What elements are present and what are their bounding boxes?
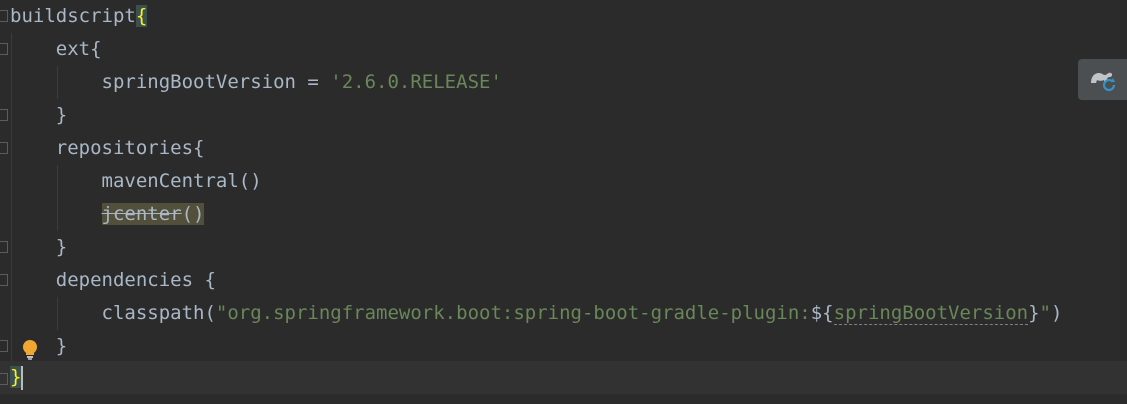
code-line-6[interactable]: mavenCentral() [10,165,262,198]
deprecated-method: jcenter [101,203,182,225]
string-literal: "org.springframework.boot:spring-boot-gr… [215,302,811,324]
fold-end-dependencies[interactable] [0,340,8,352]
gradle-reload-icon [1090,72,1115,91]
interpolation-open: ${ [810,302,834,324]
code-line-10[interactable]: classpath("org.springframework.boot:spri… [10,297,1062,330]
current-line-highlight [0,361,1127,394]
gradle-reload-button[interactable] [1078,59,1127,100]
code-text: () [181,203,205,225]
code-line-3[interactable]: springBootVersion = '2.6.0.RELEASE' [10,66,502,99]
fold-end-repositories[interactable] [0,241,8,253]
fold-end-buildscript[interactable] [0,373,8,385]
code-line-4[interactable]: } [10,99,67,132]
lightbulb-icon[interactable] [22,339,38,361]
code-text: classpath( [10,302,216,324]
fold-marker-buildscript[interactable] [0,10,8,22]
code-line-8[interactable]: } [10,231,67,264]
fold-marker-dependencies[interactable] [0,274,8,286]
code-line-5[interactable]: repositories{ [10,132,205,165]
fold-gutter [0,0,10,404]
code-line-9[interactable]: dependencies { [10,264,216,297]
matched-brace: } [10,366,22,388]
code-text: } [10,104,68,126]
text-caret [21,366,23,390]
code-line-1[interactable]: buildscript{ [10,0,148,33]
keyword-buildscript: buildscript [10,5,136,27]
code-editor[interactable]: buildscript{ ext{ springBootVersion = '2… [0,0,1127,404]
code-text: } [10,236,68,258]
code-text: mavenCentral() [10,170,262,192]
fold-marker-ext[interactable] [0,43,8,55]
deprecated-call[interactable]: jcenter() [101,203,205,225]
code-text: springBootVersion = [10,71,331,93]
code-line-7[interactable]: jcenter() [10,198,205,231]
interpolated-variable: springBootVersion [833,302,1029,325]
string-quote: " [1039,302,1051,324]
code-text: ext{ [10,38,102,60]
string-literal: '2.6.0.RELEASE' [330,71,502,93]
code-text: repositories{ [10,137,205,159]
code-line-12[interactable]: } [10,361,22,394]
interpolation-close: } [1028,302,1040,324]
matched-brace: { [135,5,148,27]
fold-end-ext[interactable] [0,109,8,121]
code-line-11[interactable]: } [10,330,67,363]
code-text: dependencies { [10,269,216,291]
code-line-2[interactable]: ext{ [10,33,102,66]
fold-marker-repositories[interactable] [0,142,8,154]
code-text: ) [1051,302,1063,324]
code-text: } [10,335,68,357]
